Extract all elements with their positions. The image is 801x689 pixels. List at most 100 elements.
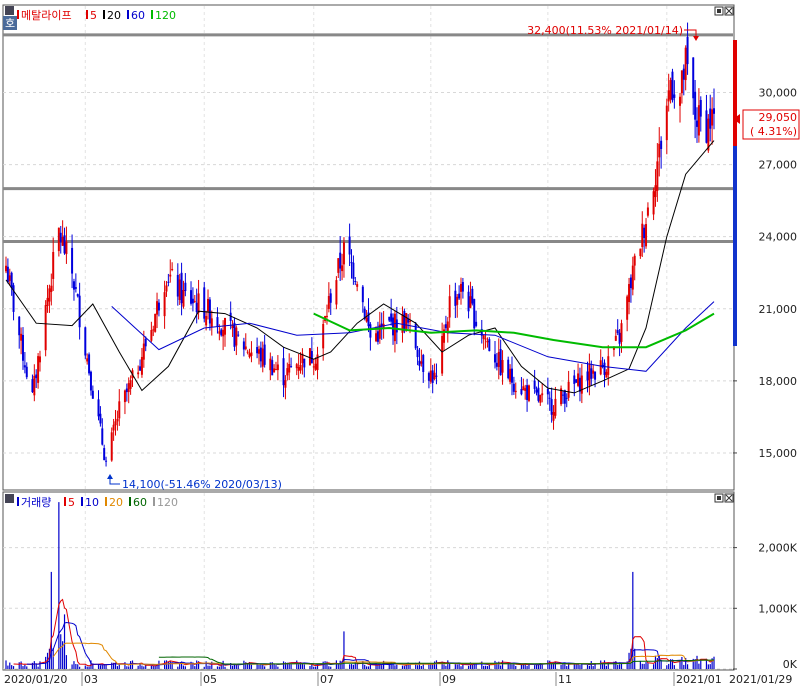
candle-body [88,354,91,374]
candle-body [577,373,580,386]
candle-body [594,371,597,380]
candle-body [271,360,274,376]
candle-body [535,389,538,393]
candle-body [565,397,568,399]
candle-body [78,295,81,328]
candle-body [61,236,64,246]
candle-body [588,363,591,386]
date-axis-label: 07 [320,673,334,686]
candle-body [414,323,417,349]
candle-body [473,299,476,329]
candle-body [74,287,77,289]
candle-body [184,282,187,292]
candle-body [646,207,649,216]
volume-tick-label: 1,000K [758,602,797,615]
candle-body [101,428,104,445]
legend-label: 120 [155,9,176,22]
candle-body [618,332,621,344]
candle-body [140,356,143,375]
volume-legend-title: 거래량 [21,496,51,509]
range-bar-up [733,40,737,146]
candle-body [527,385,530,401]
candle-body [18,316,21,336]
candle-body [620,323,623,342]
candle-body [37,356,40,383]
candle-body [376,331,379,342]
legend-label: 20 [107,9,121,22]
candle-body [191,298,194,304]
volume-panel-menu-icon[interactable] [5,494,14,503]
candle-body [680,70,683,94]
candle-body [429,370,432,382]
candle-body [163,292,166,317]
candle-body [286,368,289,376]
candle-body [127,383,130,393]
candle-body [112,424,115,431]
candle-body [590,368,593,379]
candle-body [235,327,238,346]
candle-body [660,140,663,150]
candle-body [156,301,159,315]
volume-maximize-icon [717,496,721,500]
price-panel [2,4,735,491]
candle-body [361,286,364,303]
candle-body [72,281,75,290]
candle-body [365,317,368,322]
low-annotation: 14,100(-51.46% 2020/03/13) [122,478,282,491]
candle-body [673,94,676,98]
candle-body [322,323,325,349]
candle-body [310,351,313,364]
candle-body [514,390,517,393]
candle-body [501,360,504,373]
candle-body [295,364,298,369]
candle-body [23,365,26,368]
candle-body [626,296,629,320]
candle-body [197,293,200,313]
panel-menu-icon[interactable] [5,6,14,15]
legend-swatch [105,497,107,506]
candle-body [208,299,211,324]
legend-title: 메탈라이프 [21,9,72,22]
sub-panel-icon-label: 호 [5,17,15,30]
candle-body [327,296,330,309]
candle-body [633,255,636,266]
candle-body [35,374,38,379]
candle-body [422,355,425,373]
candle-body [573,375,576,384]
candle-body [50,285,53,293]
candle-body [65,241,68,255]
candle-body [388,316,391,321]
candle-body [167,281,170,283]
candle-body [469,296,472,308]
candle-body [482,335,485,339]
candle-body [314,363,317,370]
candle-body [125,388,128,393]
candle-body [250,352,253,356]
candle-body [246,351,249,353]
candle-body [580,375,583,394]
candle-body [273,368,276,373]
candle-body [461,282,464,292]
candle-body [46,297,49,307]
candle-body [220,329,223,336]
candle-body [216,317,219,327]
date-axis-label: 2020/01/20 [4,673,67,686]
candle-body [129,380,132,389]
candle-body [403,310,406,332]
candle-body [142,343,145,360]
candle-body [561,394,564,396]
candle-body [335,280,338,305]
candle-body [57,227,60,252]
candle-body [222,329,225,337]
candle-body [299,364,302,371]
candle-body [341,265,344,272]
date-axis-label: 03 [84,673,98,686]
date-axis-label: 05 [203,673,217,686]
current-price-change: ( 4.31%) [750,125,797,138]
candle-body [641,223,644,248]
candle-body [308,348,311,366]
candle-body [284,380,287,388]
candle-body [420,361,423,364]
candle-body [512,383,515,392]
candle-body [448,296,451,318]
